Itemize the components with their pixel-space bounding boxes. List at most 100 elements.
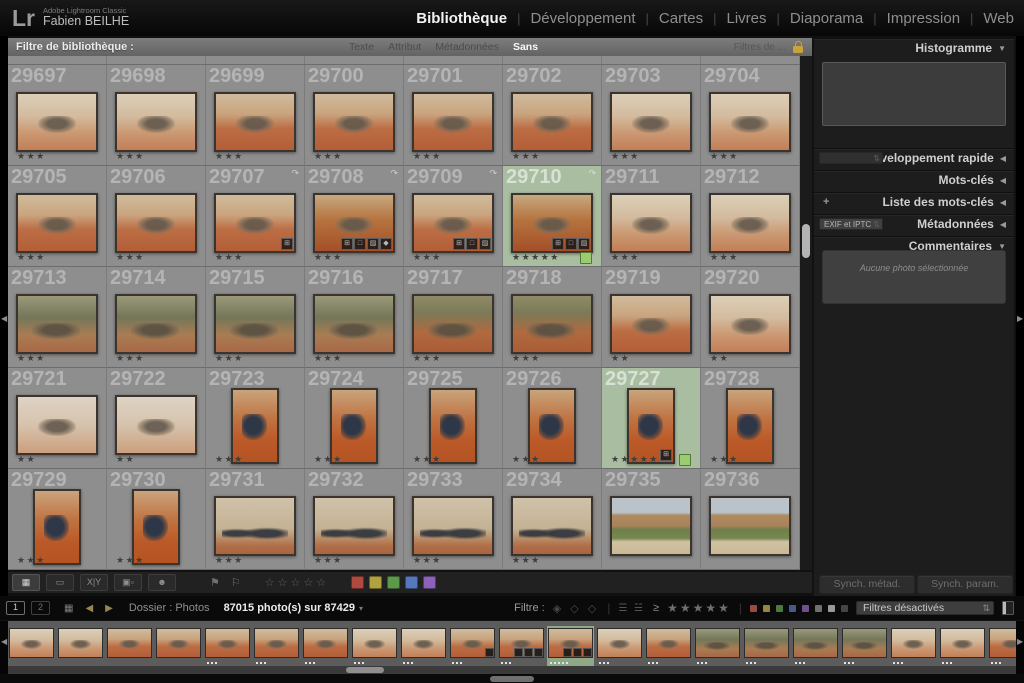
- photo-thumbnail[interactable]: [610, 294, 692, 354]
- filmstrip-item-13[interactable]: [596, 626, 643, 666]
- grid-cell-29720[interactable]: 29720 ★★: [701, 267, 800, 368]
- left-panel-strip[interactable]: ◀: [0, 36, 8, 596]
- sync-metadata-button[interactable]: Synch. métad.: [819, 575, 915, 594]
- filter-color-dot[interactable]: [763, 604, 770, 612]
- photo-thumbnail[interactable]: [610, 193, 692, 253]
- star-rating[interactable]: ★★★: [215, 455, 244, 464]
- right-panel-strip[interactable]: ▶: [1016, 36, 1024, 596]
- filter-color-dot[interactable]: [776, 604, 783, 612]
- forward-arrow-icon[interactable]: ▶: [105, 603, 113, 614]
- people-view-icon[interactable]: ☻: [148, 574, 176, 591]
- grid-cell-29714[interactable]: 29714 ★★★: [107, 267, 206, 368]
- color-label-chip[interactable]: [387, 576, 401, 589]
- filmstrip-item-17[interactable]: [792, 626, 839, 666]
- photo-thumbnail[interactable]: [709, 193, 791, 253]
- grid-cell-29727[interactable]: 29727 ⊞ ★★★★★: [602, 368, 701, 469]
- grid-cell-29733[interactable]: 29733 ★★★: [404, 469, 503, 570]
- star-rating[interactable]: ★★★: [413, 556, 442, 565]
- star-rating[interactable]: ★★★: [413, 455, 442, 464]
- grid-cell-29719[interactable]: 29719 ★★: [602, 267, 701, 368]
- grid-view-icon[interactable]: ▦: [12, 574, 40, 591]
- grid-cell-29706[interactable]: 29706 ★★★: [107, 166, 206, 267]
- filmstrip-thumbnail[interactable]: [940, 628, 985, 658]
- photo-thumbnail[interactable]: [511, 496, 593, 556]
- scroll-right-icon[interactable]: ▶: [1017, 637, 1023, 646]
- star-rating[interactable]: ★★★: [116, 354, 145, 363]
- grid-cell-29700[interactable]: 29700 ★★★: [305, 65, 404, 166]
- filmstrip-item-15[interactable]: [694, 626, 741, 666]
- star-rating[interactable]: ★★★: [710, 152, 739, 161]
- star-rating[interactable]: ★★: [116, 455, 135, 464]
- collapse-right-panel-icon[interactable]: ▶: [1017, 314, 1023, 323]
- filmstrip-thumbnail[interactable]: [793, 628, 838, 658]
- photo-thumbnail[interactable]: [412, 92, 494, 152]
- star-rating[interactable]: ★★★: [314, 455, 343, 464]
- filter-list-icons[interactable]: ☰ ☱: [618, 603, 645, 614]
- grid-scrollbar[interactable]: [800, 56, 812, 570]
- star-rating[interactable]: ★★★: [215, 556, 244, 565]
- filmstrip-thumbnail[interactable]: [254, 628, 299, 658]
- window-2-button[interactable]: 2: [31, 601, 50, 615]
- keyword-list-header[interactable]: + Liste des mots-clés ◀: [814, 192, 1014, 211]
- back-arrow-icon[interactable]: ◀: [85, 603, 93, 614]
- star-rating[interactable]: ★★: [17, 455, 36, 464]
- filmstrip-left-scroll[interactable]: ◀: [0, 621, 8, 674]
- photo-thumbnail[interactable]: [214, 496, 296, 556]
- star-rating[interactable]: ★★★: [314, 354, 343, 363]
- sync-settings-button[interactable]: Synch. param.: [917, 575, 1013, 594]
- module-impression[interactable]: Impression: [887, 10, 960, 27]
- grid-cell-29702[interactable]: 29702 ★★★: [503, 65, 602, 166]
- photo-thumbnail[interactable]: ⊞ □ ▨: [511, 193, 593, 253]
- quick-develop-preset-dropdown[interactable]: ⇅: [819, 152, 883, 164]
- grid-cell-29734[interactable]: 29734 ★★★: [503, 469, 602, 570]
- grid-cell-29708[interactable]: 29708 ↷ ⊞ □ ▨ ◆ ★★★: [305, 166, 404, 267]
- compare-view-icon[interactable]: X|Y: [80, 574, 108, 591]
- filmstrip-thumbnail[interactable]: [352, 628, 397, 658]
- filmstrip-thumbnail[interactable]: [401, 628, 446, 658]
- rating-operator[interactable]: ≥: [653, 602, 659, 614]
- filmstrip-item-7[interactable]: [302, 626, 349, 666]
- grid-cell-29705[interactable]: 29705 ★★★: [8, 166, 107, 267]
- star-rating[interactable]: ★★★: [17, 253, 46, 262]
- keywords-header[interactable]: Mots-clés ◀: [814, 170, 1014, 189]
- filmstrip-scrollbar-thumb[interactable]: [346, 667, 384, 673]
- star-rating[interactable]: ★★★: [17, 354, 46, 363]
- filter-color-dot[interactable]: [828, 604, 835, 612]
- filmstrip-item-8[interactable]: [351, 626, 398, 666]
- filmstrip-scrollbar[interactable]: [8, 666, 1016, 674]
- filter-toggle-switch[interactable]: [1002, 601, 1014, 615]
- scrollbar-thumb[interactable]: [802, 224, 810, 258]
- grid-cell-29710[interactable]: 29710 ↷ ⊞ □ ▨ ★★★★★: [503, 166, 602, 267]
- filmstrip-item-16[interactable]: [743, 626, 790, 666]
- photo-thumbnail[interactable]: ⊞: [627, 388, 675, 464]
- filmstrip-thumbnail[interactable]: [156, 628, 201, 658]
- filmstrip-item-4[interactable]: [155, 626, 202, 666]
- grid-cell-29713[interactable]: 29713 ★★★: [8, 267, 107, 368]
- grid-cell-29698[interactable]: 29698 ★★★: [107, 65, 206, 166]
- star-rating[interactable]: ★★★: [512, 455, 541, 464]
- filmstrip-right-scroll[interactable]: ▶: [1016, 621, 1024, 674]
- grid-cell-29723[interactable]: 29723 ★★★: [206, 368, 305, 469]
- filmstrip-item-20[interactable]: [939, 626, 986, 666]
- filmstrip-thumbnail[interactable]: [107, 628, 152, 658]
- photo-thumbnail[interactable]: [412, 294, 494, 354]
- star-rating[interactable]: ★★★: [17, 152, 46, 161]
- photo-thumbnail[interactable]: [511, 92, 593, 152]
- filmstrip-item-9[interactable]: [400, 626, 447, 666]
- star-rating[interactable]: ★★★: [116, 556, 145, 565]
- star-rating[interactable]: ★★★: [512, 354, 541, 363]
- filmstrip-thumbnail[interactable]: [205, 628, 250, 658]
- filter-color-dot[interactable]: [841, 604, 848, 612]
- photo-thumbnail[interactable]: [231, 388, 279, 464]
- star-rating[interactable]: ★★: [611, 354, 630, 363]
- photo-thumbnail[interactable]: [132, 489, 180, 565]
- grid-cell-29715[interactable]: 29715 ★★★: [206, 267, 305, 368]
- grid-cell-29730[interactable]: 29730 ★★★: [107, 469, 206, 570]
- photo-thumbnail[interactable]: [313, 92, 395, 152]
- grid-cell-29724[interactable]: 29724 ★★★: [305, 368, 404, 469]
- photo-thumbnail[interactable]: [115, 294, 197, 354]
- filmstrip-item-10[interactable]: [449, 626, 496, 666]
- histogram-display[interactable]: [822, 62, 1006, 126]
- photo-thumbnail[interactable]: [330, 388, 378, 464]
- filter-option-métadonnées[interactable]: Métadonnées: [435, 41, 499, 53]
